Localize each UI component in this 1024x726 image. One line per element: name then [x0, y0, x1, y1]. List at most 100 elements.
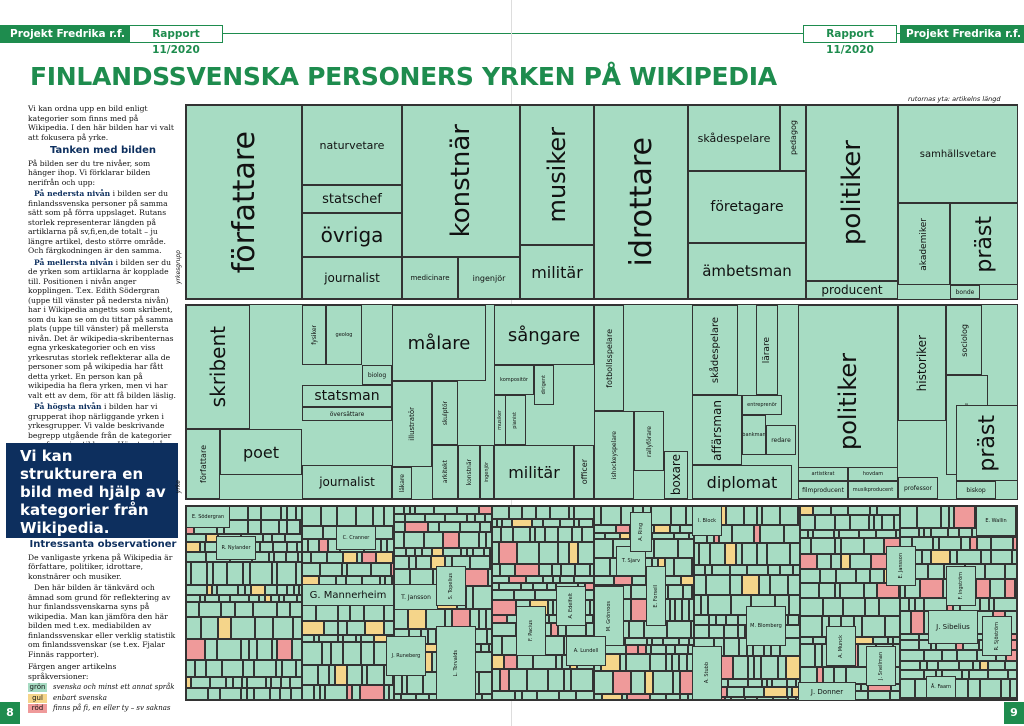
person-tile: [738, 625, 745, 638]
person-tile: [261, 520, 279, 534]
person-tile: [206, 660, 222, 677]
person-tile: [361, 635, 374, 642]
person-tile: [973, 661, 980, 670]
person-tile: [277, 639, 292, 660]
page-number-right: 9: [1004, 702, 1024, 724]
occupation-cell-label: boxare: [669, 454, 683, 496]
person-tile: [594, 671, 613, 694]
person-tile: [526, 576, 543, 583]
person-tile: [1005, 564, 1017, 579]
person-tile: [230, 595, 249, 602]
person-tile: [694, 615, 709, 625]
person-tile: [931, 550, 950, 564]
person-tile: [850, 515, 869, 530]
person-tile: [208, 688, 220, 700]
person-tile: [501, 527, 513, 542]
person-tile: [900, 670, 924, 679]
occupation-cell-label: biskop: [966, 486, 986, 494]
person-label: A. Munck: [838, 634, 844, 658]
person-tile: [850, 554, 871, 569]
person-cell: G. Mannerheim: [302, 584, 394, 606]
person-tile: [533, 655, 556, 669]
person-tile: [594, 539, 613, 558]
occupation-cell: fysiker: [302, 305, 326, 365]
person-tile: [701, 595, 708, 615]
person-cell: S. Topelius: [436, 566, 466, 606]
occupation-cell-label: fysiker: [310, 325, 318, 345]
person-tile: [302, 506, 321, 526]
occupation-cell-label: journalist: [319, 475, 375, 489]
person-tile: [243, 660, 254, 677]
person-tile: [406, 548, 415, 556]
person-label: G. Mannerheim: [309, 589, 387, 601]
person-tile: [666, 645, 675, 654]
person-label: E. Forsell: [653, 584, 659, 608]
person-tile: [479, 672, 492, 694]
person-tile: [1015, 579, 1017, 598]
occupation-cell-label: hovdam: [862, 471, 884, 477]
person-tile: [210, 677, 226, 688]
person-tile: [601, 506, 621, 525]
person-tile: [928, 564, 944, 579]
person-tile: [868, 691, 890, 700]
occupation-cell: entreprenör: [742, 395, 782, 415]
person-tile: [492, 583, 499, 590]
person-tile: [767, 543, 790, 565]
person-tile: [457, 506, 479, 514]
person-tile: [492, 576, 509, 583]
person-tile: [678, 539, 694, 558]
person-tile: [614, 576, 632, 585]
occupation-cell-label: poet: [242, 442, 280, 462]
person-tile: [725, 543, 736, 565]
person-tile: [376, 552, 393, 563]
person-tile: [759, 575, 770, 595]
person-tile: [302, 563, 320, 576]
occupation-cell-label: musikproducent: [852, 487, 894, 493]
person-tile: [273, 542, 287, 552]
person-tile: [558, 527, 572, 542]
person-tile: [654, 525, 670, 533]
person-tile: [533, 583, 547, 590]
person-tile: [815, 644, 822, 667]
person-tile: [384, 506, 394, 526]
person-tile: [575, 564, 590, 576]
person-tile: [732, 525, 754, 543]
person-tile: [994, 598, 1017, 611]
person-tile: [917, 698, 930, 700]
person-tile: [287, 506, 296, 520]
header-report-right: Rapport 11/2020: [803, 25, 897, 56]
person-tile: [394, 522, 405, 532]
person-tile: [302, 665, 318, 685]
person-tile: [784, 525, 800, 543]
person-cell: T. Jansson: [394, 584, 438, 610]
person-tile: [361, 642, 374, 665]
person-tile: [241, 639, 249, 660]
person-tile: [321, 506, 337, 526]
person-tile: [205, 595, 219, 602]
person-tile: [470, 556, 490, 569]
person-cell: C. Cranner: [336, 526, 376, 550]
person-tile: [673, 671, 680, 694]
person-label: A. Ring: [638, 523, 644, 541]
person-tile: [233, 677, 242, 688]
person-tile: [586, 623, 594, 636]
person-tile: [277, 585, 287, 595]
person-tile: [550, 506, 569, 519]
person-tile: [864, 583, 877, 598]
person-label: A. Edelfelt: [568, 593, 574, 619]
occupation-cell: skribent: [186, 305, 250, 429]
person-tile: [257, 639, 272, 660]
person-tile: [284, 595, 297, 602]
person-tile: [1005, 579, 1015, 598]
person-tile: [302, 635, 314, 642]
occupation-group-cell-label: skådespelare: [697, 131, 771, 145]
person-tile: [1013, 537, 1017, 550]
person-tile: [728, 679, 748, 687]
occupation-cell: journalist: [302, 465, 392, 499]
section2-p2: Den här bilden är tänkvärd och ämnad som…: [28, 583, 176, 659]
person-tile: [282, 660, 296, 677]
occupation-group-cell-label: musiker: [543, 127, 571, 223]
person-tile: [255, 617, 273, 639]
person-tile: [481, 644, 489, 652]
person-tile: [227, 562, 243, 585]
